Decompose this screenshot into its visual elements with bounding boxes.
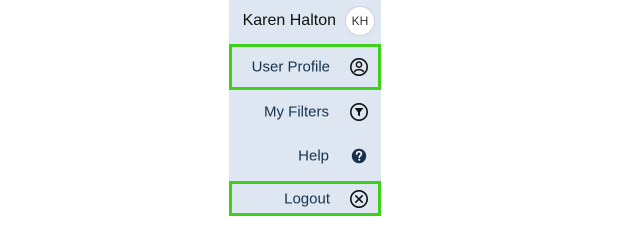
menu-item-user-profile[interactable]: User Profile [229,44,381,90]
menu-item-logout[interactable]: Logout [229,181,381,216]
avatar[interactable]: KH [345,6,375,36]
user-header: Karen Halton KH [229,0,381,44]
menu-item-label: Help [298,147,329,165]
menu-item-label: User Profile [251,58,330,76]
menu-item-my-filters[interactable]: My Filters [229,90,381,134]
menu-item-label: Logout [284,190,330,207]
menu-item-help[interactable]: Help [229,134,381,178]
menu-item-label: My Filters [264,103,329,121]
user-menu-panel: Karen Halton KH User Profile My Filters … [229,0,381,216]
avatar-initials: KH [351,14,369,28]
help-icon [348,145,370,167]
filter-icon [348,101,370,123]
user-profile-icon [348,56,370,78]
logout-icon [348,188,370,210]
user-name: Karen Halton [242,12,336,29]
